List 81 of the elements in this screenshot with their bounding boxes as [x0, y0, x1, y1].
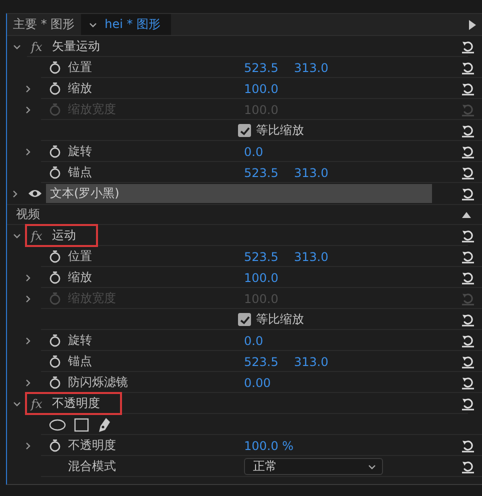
chevron-right-icon[interactable] [23, 84, 33, 94]
stopwatch-icon[interactable] [49, 334, 61, 347]
play-icon[interactable] [468, 20, 476, 30]
property-value[interactable]: 523.5 [244, 250, 294, 264]
reset-icon[interactable] [461, 60, 475, 74]
property-value[interactable]: 313.0 [294, 166, 344, 180]
triangle-up-icon[interactable] [462, 212, 471, 218]
property-value[interactable]: 100.0 [244, 82, 294, 96]
property-value[interactable]: 313.0 [294, 354, 344, 368]
blend-mode-dropdown[interactable]: 正常 [244, 458, 383, 475]
pen-icon[interactable] [97, 416, 111, 432]
ellipse-mask-icon[interactable] [49, 418, 66, 430]
reset-icon[interactable] [461, 376, 475, 390]
reset-icon[interactable] [461, 460, 475, 474]
layer-name[interactable]: 文本(罗小黑) [46, 184, 432, 203]
stopwatch-icon[interactable] [49, 439, 61, 452]
reset-icon[interactable] [461, 166, 475, 180]
property-label: 锚点 [68, 164, 93, 181]
reset-icon[interactable] [461, 250, 475, 264]
property-value[interactable]: 100.0 % [244, 438, 294, 452]
property-label: 位置 [68, 59, 93, 76]
property-value[interactable]: 0.0 [244, 334, 294, 348]
property-label: 位置 [68, 248, 93, 265]
property-label: 不透明度 [68, 437, 117, 454]
chevron-down-icon[interactable] [368, 464, 376, 470]
chevron-right-icon[interactable] [23, 440, 33, 450]
fx-label-icon: fx [31, 228, 42, 242]
chevron-down-icon[interactable] [88, 22, 97, 28]
property-label: 旋转 [68, 332, 93, 349]
chevron-right-icon[interactable] [23, 336, 33, 346]
panel-tab[interactable]: 主要 * 图形 [13, 16, 75, 33]
reset-icon[interactable] [461, 186, 475, 200]
property-value[interactable]: 0.00 [244, 376, 294, 390]
property-label: 混合模式 [68, 458, 117, 475]
property-value[interactable]: 523.5 [244, 354, 294, 368]
checkbox[interactable] [238, 124, 251, 137]
chevron-right-icon[interactable] [23, 146, 33, 156]
fx-label-icon: fx [31, 396, 42, 410]
stopwatch-icon[interactable] [49, 355, 61, 368]
stopwatch-icon[interactable] [49, 376, 61, 389]
reset-icon[interactable] [461, 438, 475, 452]
property-value[interactable]: 313.0 [294, 60, 344, 74]
property-label: 锚点 [68, 353, 93, 370]
reset-icon[interactable] [461, 82, 475, 96]
property-label: 防闪烁滤镜 [68, 374, 129, 391]
reset-icon[interactable] [461, 124, 475, 138]
property-label: 旋转 [68, 143, 93, 160]
chevron-right-icon[interactable] [23, 378, 33, 388]
checkbox-label[interactable]: 等比缩放 [256, 311, 304, 328]
reset-icon[interactable] [461, 228, 475, 242]
reset-icon[interactable] [461, 396, 475, 410]
checkbox-label[interactable]: 等比缩放 [256, 122, 304, 139]
property-value[interactable]: 523.5 [244, 60, 294, 74]
stopwatch-icon[interactable] [49, 250, 61, 263]
reset-icon[interactable] [461, 334, 475, 348]
section-heading: 视频 [16, 206, 40, 223]
stopwatch-icon[interactable] [49, 271, 61, 284]
checkbox[interactable] [238, 313, 251, 326]
property-label: 缩放 [68, 80, 93, 97]
chevron-right-icon[interactable] [10, 188, 20, 198]
property-value[interactable]: 100.0 [244, 270, 294, 284]
reset-icon[interactable] [461, 40, 475, 54]
reset-icon[interactable] [461, 144, 475, 158]
rectangle-mask-icon[interactable] [74, 418, 89, 432]
property-label: 缩放 [68, 269, 93, 286]
effect-name[interactable]: 矢量运动 [52, 38, 100, 55]
reset-icon[interactable] [461, 270, 475, 284]
property-value[interactable]: 0.0 [244, 144, 294, 158]
fx-label-icon: fx [31, 40, 42, 54]
stopwatch-icon[interactable] [49, 61, 61, 74]
chevron-right-icon[interactable] [23, 272, 33, 282]
effect-name[interactable]: 不透明度 [52, 395, 100, 412]
property-value[interactable]: 523.5 [244, 166, 294, 180]
property-value[interactable]: 313.0 [294, 250, 344, 264]
effect-name[interactable]: 运动 [52, 227, 76, 244]
stopwatch-icon[interactable] [49, 166, 61, 179]
stopwatch-icon[interactable] [49, 82, 61, 95]
reset-icon[interactable] [461, 312, 475, 326]
eye-icon[interactable] [28, 189, 42, 198]
reset-icon[interactable] [461, 354, 475, 368]
stopwatch-icon[interactable] [49, 145, 61, 158]
